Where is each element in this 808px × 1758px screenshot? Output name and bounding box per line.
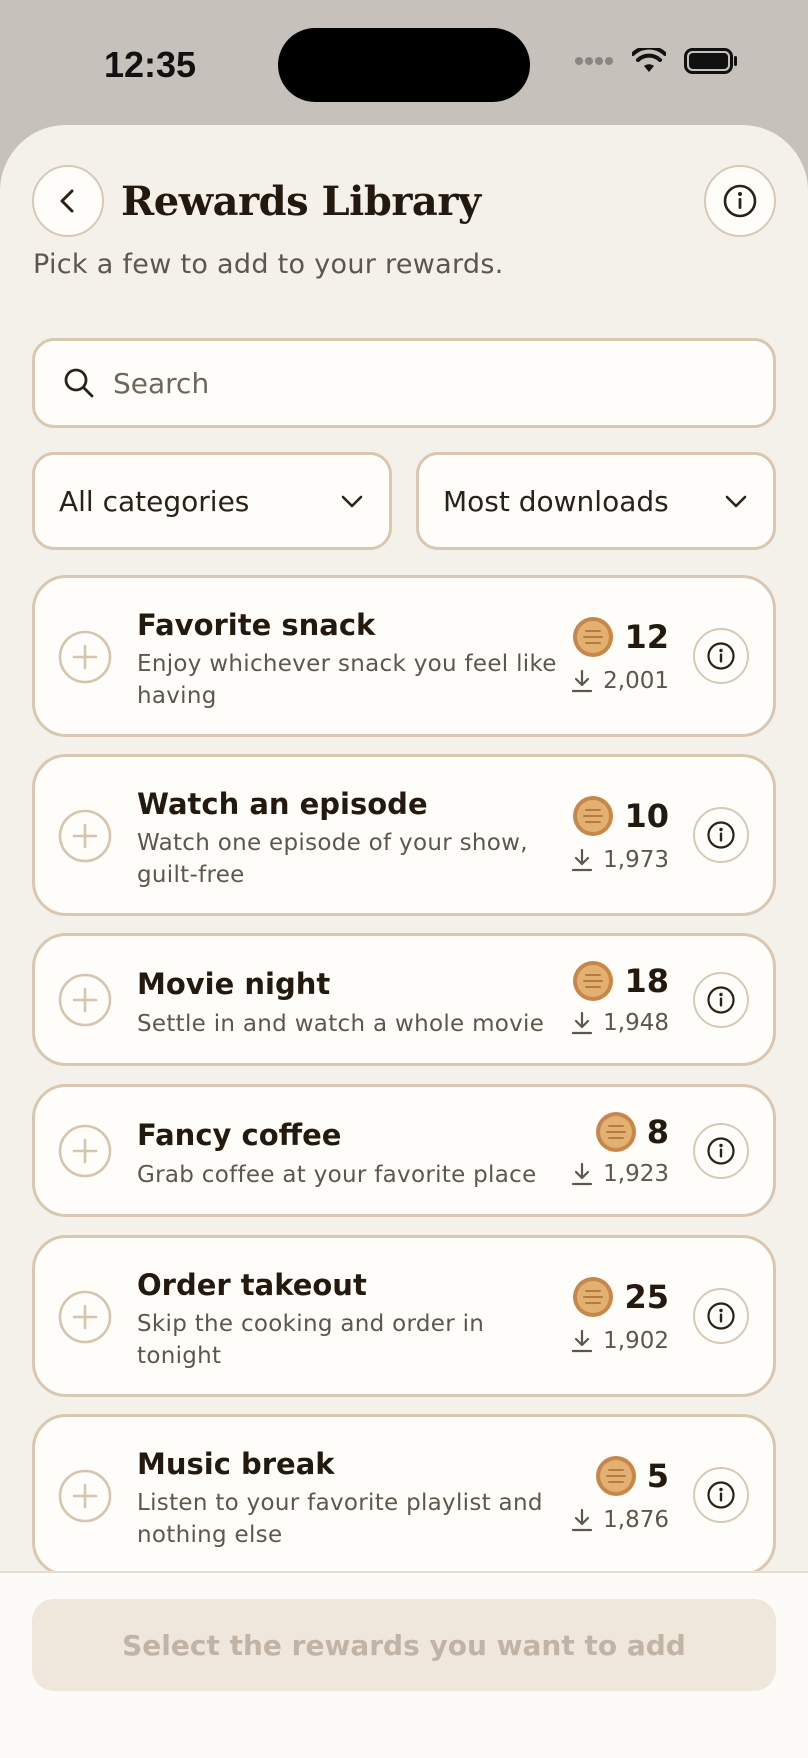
download-icon xyxy=(572,1162,593,1186)
reward-downloads-count: 1,923 xyxy=(603,1161,669,1187)
coin-icon xyxy=(573,796,614,836)
chevron-down-icon xyxy=(341,495,363,508)
reward-info-button[interactable] xyxy=(693,1288,749,1344)
info-icon xyxy=(707,986,735,1014)
reward-downloads: 1,973 xyxy=(571,847,669,873)
info-icon xyxy=(707,1137,735,1165)
reward-points-value: 10 xyxy=(624,797,669,835)
reward-points-value: 5 xyxy=(646,1457,669,1495)
reward-description: Skip the cooking and order in tonight xyxy=(137,1311,485,1369)
plus-circle-icon[interactable] xyxy=(58,1124,112,1178)
search-input[interactable] xyxy=(113,366,673,400)
reward-points: 12 xyxy=(572,616,669,658)
status-time: 12:35 xyxy=(104,44,197,85)
signal-icon xyxy=(575,57,613,65)
battery-icon xyxy=(684,48,737,74)
search-box[interactable] xyxy=(32,338,776,428)
reward-points-value: 18 xyxy=(624,962,669,1000)
plus-circle-icon[interactable] xyxy=(58,1290,112,1344)
download-icon xyxy=(572,848,593,872)
category-dropdown[interactable]: All categories xyxy=(32,452,392,550)
status-icons xyxy=(574,48,738,74)
chevron-down-icon xyxy=(725,495,747,508)
reward-description: Enjoy whichever snack you feel like havi… xyxy=(137,651,557,709)
reward-points-value: 12 xyxy=(624,618,669,656)
reward-points: 8 xyxy=(595,1111,669,1153)
reward-downloads: 1,948 xyxy=(571,1010,669,1036)
info-icon xyxy=(723,184,757,218)
reward-card[interactable]: Favorite snack Enjoy whichever snack you… xyxy=(32,575,776,737)
reward-card[interactable]: Movie night Settle in and watch a whole … xyxy=(32,933,776,1066)
coin-icon xyxy=(595,1456,636,1496)
status-bar: 12:35 xyxy=(0,0,808,125)
reward-points-value: 25 xyxy=(624,1278,669,1316)
download-icon xyxy=(572,669,593,693)
reward-info-button[interactable] xyxy=(693,1467,749,1523)
page-subtitle: Pick a few to add to your rewards. xyxy=(33,249,504,280)
reward-downloads: 1,902 xyxy=(571,1328,669,1354)
reward-description: Settle in and watch a whole movie xyxy=(137,1011,545,1037)
sort-dropdown-label: Most downloads xyxy=(443,484,669,518)
coin-icon xyxy=(573,1277,614,1317)
info-icon xyxy=(707,1302,735,1330)
coin-icon xyxy=(573,961,614,1001)
info-icon xyxy=(707,642,735,670)
reward-card[interactable]: Fancy coffee Grab coffee at your favorit… xyxy=(32,1084,776,1217)
reward-description: Grab coffee at your favorite place xyxy=(137,1162,537,1188)
reward-downloads: 2,001 xyxy=(571,668,669,694)
reward-downloads-count: 1,973 xyxy=(603,847,669,873)
reward-title: Music break xyxy=(137,1447,335,1481)
info-button[interactable] xyxy=(704,165,776,237)
back-button[interactable] xyxy=(32,165,104,237)
plus-circle-icon[interactable] xyxy=(58,973,112,1027)
dynamic-island xyxy=(278,28,530,102)
plus-circle-icon[interactable] xyxy=(58,630,112,684)
reward-downloads: 1,876 xyxy=(571,1507,669,1533)
reward-title: Watch an episode xyxy=(137,787,428,821)
reward-info-button[interactable] xyxy=(693,628,749,684)
reward-description: Watch one episode of your show, guilt-fr… xyxy=(137,830,528,888)
reward-downloads-count: 1,876 xyxy=(603,1507,669,1533)
reward-card[interactable]: Watch an episode Watch one episode of yo… xyxy=(32,754,776,916)
reward-points: 18 xyxy=(572,960,669,1002)
reward-info-button[interactable] xyxy=(693,807,749,863)
coin-icon xyxy=(595,1112,636,1152)
reward-downloads-count: 1,948 xyxy=(603,1010,669,1036)
footer-bar: Select the rewards you want to add xyxy=(0,1571,808,1758)
reward-points-value: 8 xyxy=(646,1113,669,1151)
plus-circle-icon[interactable] xyxy=(58,1469,112,1523)
reward-info-button[interactable] xyxy=(693,1123,749,1179)
coin-icon xyxy=(573,617,614,657)
reward-points: 5 xyxy=(595,1455,669,1497)
reward-card[interactable]: Music break Listen to your favorite play… xyxy=(32,1414,776,1576)
wifi-icon xyxy=(632,48,666,72)
reward-title: Favorite snack xyxy=(137,608,376,642)
info-icon xyxy=(707,1481,735,1509)
reward-card[interactable]: Order takeout Skip the cooking and order… xyxy=(32,1235,776,1397)
reward-points: 25 xyxy=(572,1276,669,1318)
plus-circle-icon[interactable] xyxy=(58,809,112,863)
reward-title: Order takeout xyxy=(137,1268,367,1302)
sort-dropdown[interactable]: Most downloads xyxy=(416,452,776,550)
reward-downloads-count: 1,902 xyxy=(603,1328,669,1354)
reward-downloads: 1,923 xyxy=(571,1161,669,1187)
rewards-library-sheet: Rewards Library Pick a few to add to you… xyxy=(0,125,808,1758)
reward-title: Movie night xyxy=(137,967,331,1001)
chevron-left-icon xyxy=(60,189,74,213)
search-icon xyxy=(64,368,94,398)
download-icon xyxy=(572,1011,593,1035)
reward-downloads-count: 2,001 xyxy=(603,668,669,694)
download-icon xyxy=(572,1508,593,1532)
download-icon xyxy=(572,1329,593,1353)
reward-info-button[interactable] xyxy=(693,972,749,1028)
reward-points: 10 xyxy=(572,795,669,837)
page-title: Rewards Library xyxy=(121,178,481,225)
reward-description: Listen to your favorite playlist and not… xyxy=(137,1490,543,1548)
info-icon xyxy=(707,821,735,849)
reward-title: Fancy coffee xyxy=(137,1118,342,1152)
add-selected-rewards-button[interactable]: Select the rewards you want to add xyxy=(32,1599,776,1691)
category-dropdown-label: All categories xyxy=(59,484,250,518)
